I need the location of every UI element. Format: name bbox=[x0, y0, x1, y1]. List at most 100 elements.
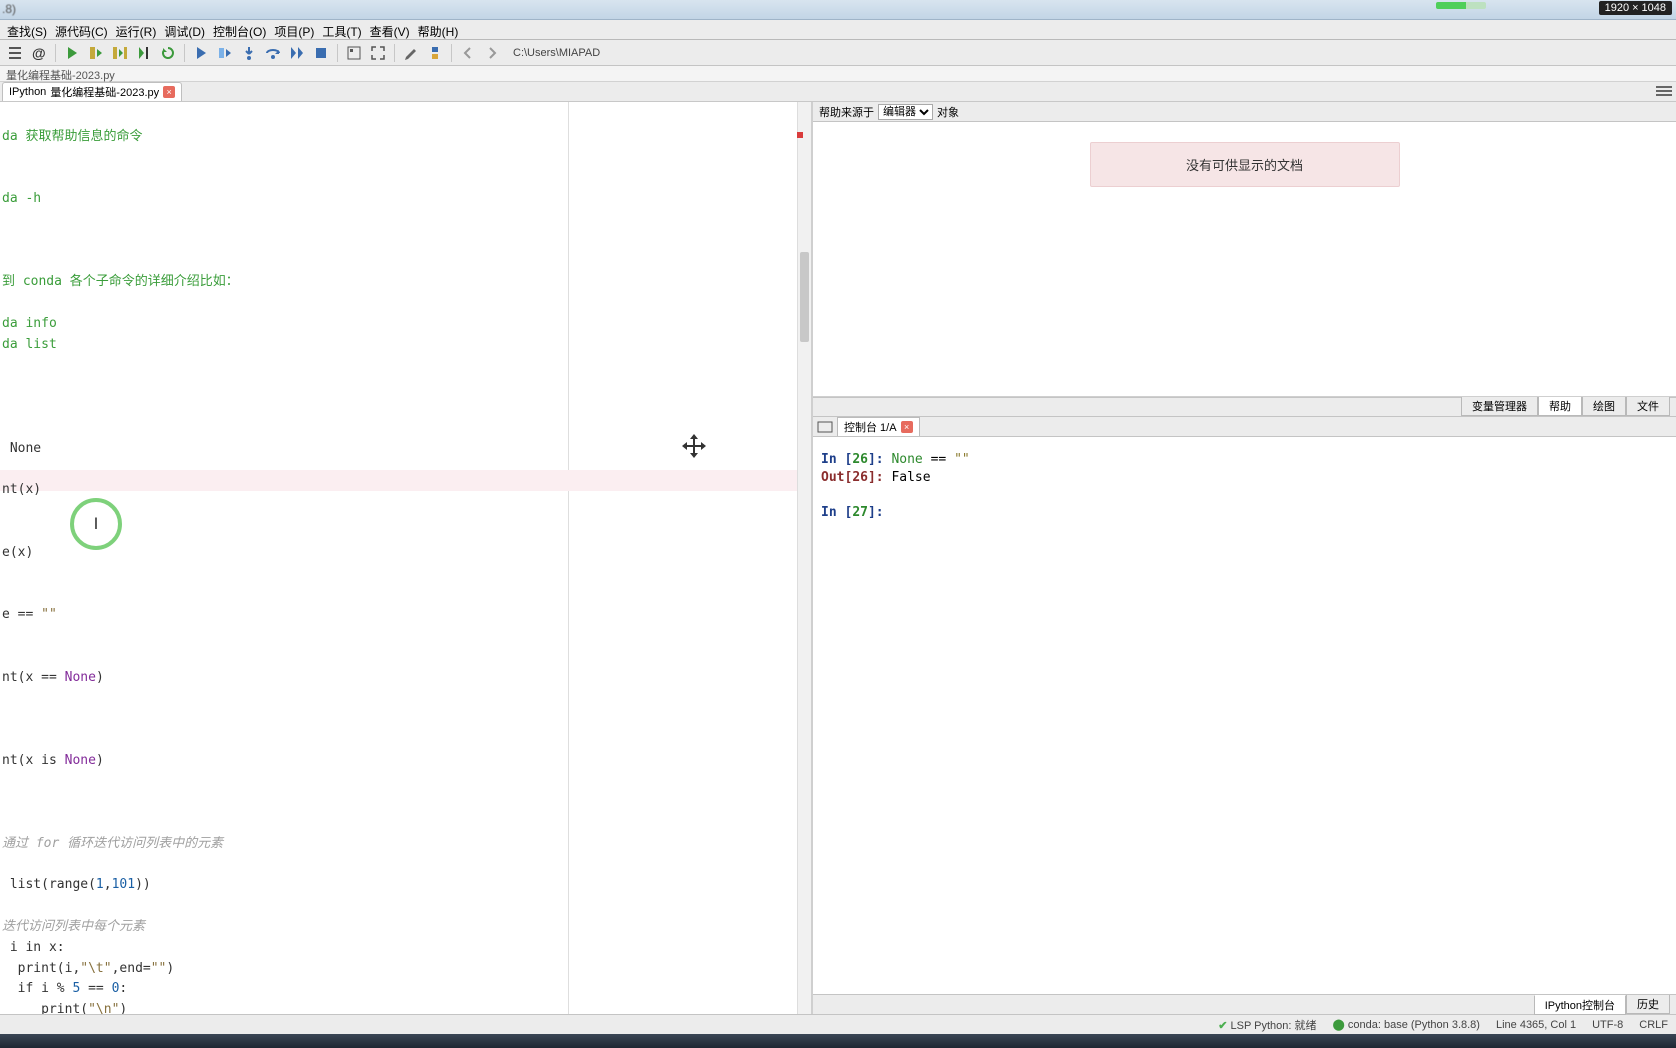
stop-icon[interactable] bbox=[310, 43, 332, 63]
run-cell-advance-icon[interactable] bbox=[109, 43, 131, 63]
code-line: 到 conda 各个子命令的详细介绍比如： bbox=[2, 274, 239, 289]
svg-text:@: @ bbox=[32, 45, 46, 61]
outline-icon[interactable] bbox=[4, 43, 26, 63]
console-text: 26 bbox=[852, 470, 868, 485]
console-text: In [ bbox=[821, 505, 852, 520]
menu-bar: 查找(S) 源代码(C) 运行(R) 调试(D) 控制台(O) 项目(P) 工具… bbox=[0, 20, 1676, 40]
continue-icon[interactable] bbox=[286, 43, 308, 63]
tab-plot[interactable]: 绘图 bbox=[1582, 397, 1626, 416]
code-line: ) bbox=[96, 670, 104, 685]
res-h: 1048 bbox=[1642, 2, 1666, 14]
console-body[interactable]: In [26]: None == "" Out[26]: False In [2… bbox=[813, 437, 1676, 994]
code-line: "" bbox=[151, 961, 167, 976]
code-line: )) bbox=[135, 877, 151, 892]
at-icon[interactable]: @ bbox=[28, 43, 50, 63]
code-line: , bbox=[104, 877, 112, 892]
preferences-icon[interactable] bbox=[400, 43, 422, 63]
maximize-icon[interactable] bbox=[367, 43, 389, 63]
tab-history[interactable]: 历史 bbox=[1626, 995, 1670, 1014]
code-line: i in x: bbox=[2, 940, 65, 955]
breadcrumb: 量化编程基础-2023.py bbox=[0, 66, 1676, 82]
tab-ipython-console[interactable]: IPython控制台 bbox=[1534, 995, 1626, 1015]
console-text: == bbox=[923, 452, 954, 467]
console-icon bbox=[817, 419, 833, 435]
close-icon[interactable]: × bbox=[901, 421, 913, 433]
forward-icon[interactable] bbox=[481, 43, 503, 63]
console-text: ]: bbox=[868, 470, 891, 485]
help-body: 没有可供显示的文档 bbox=[813, 122, 1676, 397]
run-cell-icon[interactable] bbox=[85, 43, 107, 63]
tab-file[interactable]: 文件 bbox=[1626, 397, 1670, 416]
editor-content[interactable]: da 获取帮助信息的命令 da -h 到 conda 各个子命令的详细介绍比如：… bbox=[0, 102, 811, 1014]
help-source-label: 帮助来源于 bbox=[819, 104, 874, 120]
console-text: Out[ bbox=[821, 470, 852, 485]
titlebar-fragment: .8) bbox=[2, 2, 16, 16]
help-source-select[interactable]: 编辑器 bbox=[878, 104, 933, 120]
toolbar: @ C:\Users\MIAPAD bbox=[0, 40, 1676, 66]
tab-prefix: IPython bbox=[9, 86, 46, 98]
code-line: "\t" bbox=[80, 961, 111, 976]
menu-help[interactable]: 帮助(H) bbox=[415, 22, 462, 37]
menu-view[interactable]: 查看(V) bbox=[367, 22, 413, 37]
save-layout-icon[interactable] bbox=[343, 43, 365, 63]
code-line: None bbox=[65, 753, 96, 768]
lsp-status-icon: ✔ bbox=[1218, 1020, 1227, 1032]
cpu-indicator bbox=[1436, 2, 1486, 9]
back-icon[interactable] bbox=[457, 43, 479, 63]
help-header: 帮助来源于 编辑器 对象 bbox=[813, 102, 1676, 122]
console-area: 控制台 1/A × In [26]: None == "" Out[26]: F… bbox=[813, 417, 1676, 1014]
step-into-icon[interactable] bbox=[238, 43, 260, 63]
editor-tab-active[interactable]: IPython 量化编程基础-2023.py × bbox=[2, 82, 182, 101]
os-taskbar[interactable] bbox=[0, 1034, 1676, 1048]
code-line: 通过 for 循环迭代访问列表中的元素 bbox=[2, 836, 223, 851]
code-editor[interactable]: da 获取帮助信息的命令 da -h 到 conda 各个子命令的详细介绍比如：… bbox=[0, 102, 812, 1014]
code-line: e == bbox=[2, 607, 41, 622]
menu-debug[interactable]: 调试(D) bbox=[161, 22, 208, 37]
run-icon[interactable] bbox=[61, 43, 83, 63]
code-line: print( bbox=[2, 1002, 88, 1014]
menu-run[interactable]: 运行(R) bbox=[113, 22, 160, 37]
code-line: ,end= bbox=[112, 961, 151, 976]
right-pane: 帮助来源于 编辑器 对象 没有可供显示的文档 变量管理器 帮助 绘图 文件 控制… bbox=[812, 102, 1676, 1014]
code-line: da 获取帮助信息的命令 bbox=[2, 129, 142, 144]
conda-env[interactable]: conda: base (Python 3.8.8) bbox=[1348, 1019, 1480, 1031]
menu-tools[interactable]: 工具(T) bbox=[319, 22, 364, 37]
console-text: None bbox=[891, 452, 922, 467]
console-bottom-tabs: IPython控制台 历史 bbox=[813, 994, 1676, 1014]
console-text: ]: bbox=[868, 505, 891, 520]
console-tab-1[interactable]: 控制台 1/A × bbox=[837, 417, 920, 436]
run-selection-icon[interactable] bbox=[133, 43, 155, 63]
console-text: 26 bbox=[852, 452, 868, 467]
rerun-icon[interactable] bbox=[157, 43, 179, 63]
menu-project[interactable]: 项目(P) bbox=[271, 22, 317, 37]
menu-console[interactable]: 控制台(O) bbox=[210, 22, 269, 37]
code-line: 迭代访问列表中每个元素 bbox=[2, 919, 145, 934]
toolbar-separator bbox=[451, 44, 452, 62]
toolbar-separator bbox=[184, 44, 185, 62]
debug-play-icon[interactable] bbox=[190, 43, 212, 63]
menu-source[interactable]: 源代码(C) bbox=[52, 22, 111, 37]
code-line: None bbox=[2, 441, 41, 456]
toolbar-separator bbox=[55, 44, 56, 62]
code-line: "" bbox=[41, 607, 57, 622]
line-ending[interactable]: CRLF bbox=[1639, 1019, 1668, 1031]
options-icon[interactable] bbox=[1656, 84, 1672, 98]
working-dir[interactable]: C:\Users\MIAPAD bbox=[513, 47, 600, 59]
resolution-badge: 1920×1048 bbox=[1599, 1, 1672, 15]
step-over-icon[interactable] bbox=[262, 43, 284, 63]
console-text: In [ bbox=[821, 452, 852, 467]
help-object-label: 对象 bbox=[937, 104, 959, 120]
close-icon[interactable]: × bbox=[163, 86, 175, 98]
no-doc-placeholder: 没有可供显示的文档 bbox=[1090, 142, 1400, 187]
encoding[interactable]: UTF-8 bbox=[1592, 1019, 1623, 1031]
code-line: da list bbox=[2, 337, 57, 352]
menu-find[interactable]: 查找(S) bbox=[4, 22, 50, 37]
python-icon[interactable] bbox=[424, 43, 446, 63]
code-line: 101 bbox=[112, 877, 135, 892]
debug-cell-icon[interactable] bbox=[214, 43, 236, 63]
code-line: : bbox=[119, 981, 127, 996]
tab-help[interactable]: 帮助 bbox=[1538, 396, 1582, 416]
tab-variable-explorer[interactable]: 变量管理器 bbox=[1461, 397, 1538, 416]
res-w: 1920 bbox=[1605, 2, 1629, 14]
toolbar-separator bbox=[394, 44, 395, 62]
